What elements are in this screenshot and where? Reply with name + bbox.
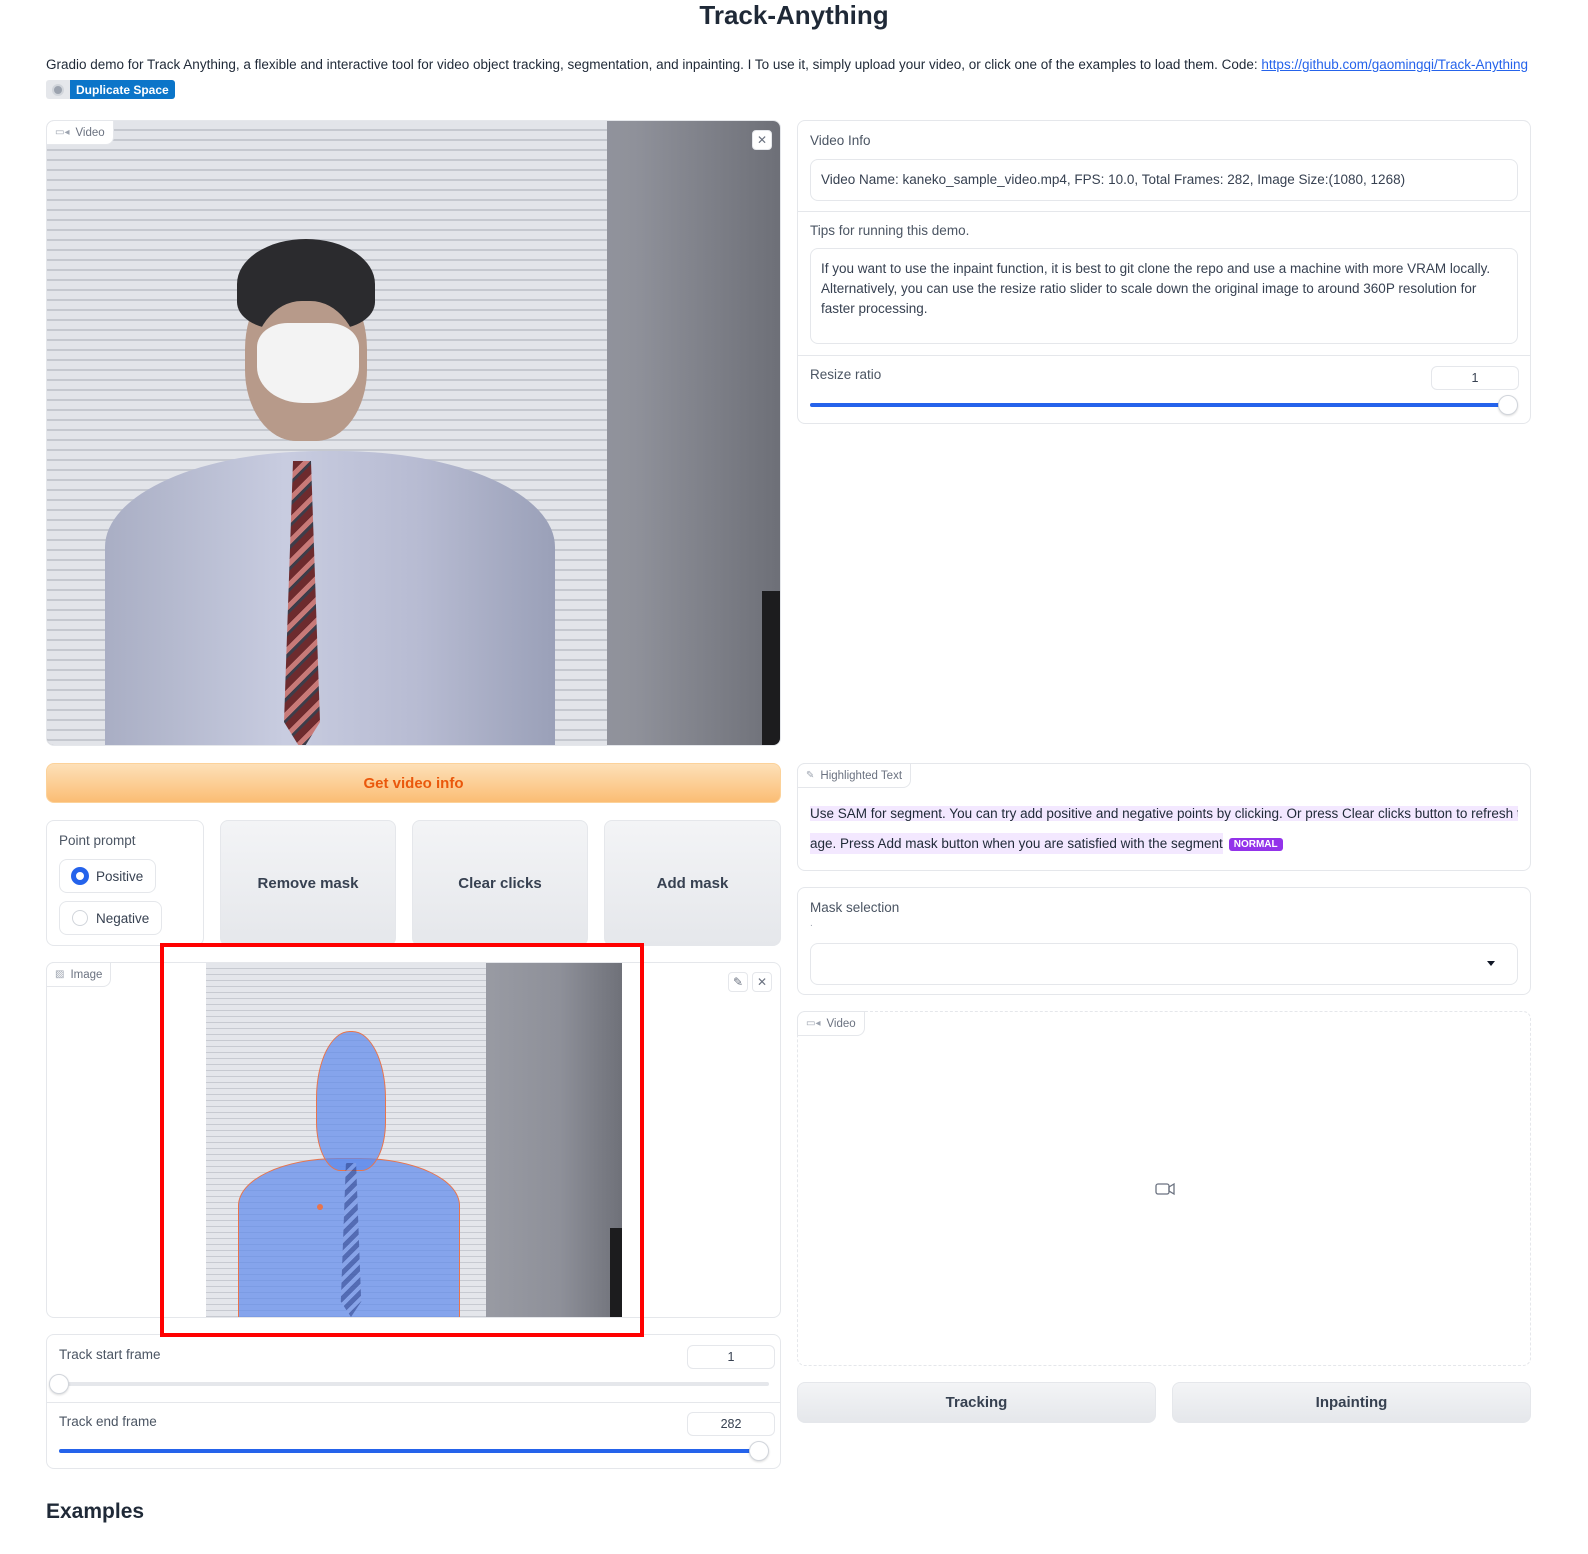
point-prompt-panel: Point prompt Positive Negative — [46, 820, 204, 946]
person-face-mask — [257, 323, 359, 403]
video-input-badge-label: Video — [75, 126, 105, 139]
track-start-thumb[interactable] — [49, 1374, 69, 1394]
tips-textbox[interactable]: If you want to use the inpaint function,… — [810, 248, 1518, 344]
duplicate-icon — [46, 80, 70, 99]
duplicate-space-label: Duplicate Space — [70, 80, 175, 99]
video-camera-icon: ▭◂ — [806, 1018, 821, 1029]
video-output-panel[interactable]: ▭◂ Video — [797, 1011, 1531, 1366]
highlighted-line-1: Use SAM for segment. You can try add pos… — [810, 806, 1518, 821]
radio-positive-label: Positive — [96, 868, 144, 884]
video-input-badge: ▭◂ Video — [47, 121, 114, 145]
tracking-button[interactable]: Tracking — [797, 1382, 1156, 1423]
video-placeholder-icon — [1155, 1182, 1175, 1196]
image-badge: ▨ Image — [46, 962, 112, 987]
track-start-input[interactable]: 1 — [687, 1345, 775, 1369]
image-badge-label: Image — [70, 968, 103, 981]
person-shirt — [105, 451, 555, 745]
resize-ratio-label: Resize ratio — [810, 367, 882, 382]
info-panel: Video Info Video Name: kaneko_sample_vid… — [797, 120, 1531, 424]
highlight-icon: ✎ — [806, 770, 815, 781]
resize-ratio-fill — [810, 403, 1508, 407]
resize-ratio-input[interactable]: 1 — [1431, 366, 1519, 390]
duplicate-space-button[interactable]: Duplicate Space — [46, 80, 175, 99]
mask-selection-panel: Mask selection . — [797, 887, 1531, 995]
tips-label: Tips for running this demo. — [810, 223, 970, 238]
image-edit-button[interactable]: ✎ — [728, 972, 748, 992]
mask-selection-hint: . — [810, 918, 813, 929]
image-clear-button[interactable]: ✕ — [752, 972, 772, 992]
resize-ratio-thumb[interactable] — [1498, 395, 1518, 415]
radio-negative[interactable]: Negative — [59, 901, 163, 935]
highlighted-text-badge-label: Highlighted Text — [820, 769, 903, 782]
mask-selection-label: Mask selection — [810, 900, 900, 915]
track-frame-panel: Track start frame 1 Track end frame 282 — [46, 1334, 781, 1469]
video-output-badge: ▭◂ Video — [797, 1011, 865, 1036]
track-end-label: Track end frame — [59, 1414, 157, 1429]
track-end-thumb[interactable] — [749, 1441, 769, 1461]
mask-selection-dropdown[interactable] — [810, 943, 1518, 985]
video-camera-icon: ▭◂ — [55, 127, 70, 138]
video-clear-button[interactable]: ✕ — [752, 130, 772, 150]
resize-ratio-slider[interactable] — [810, 403, 1508, 407]
page-title: Track-Anything — [699, 0, 889, 30]
radio-positive-dot — [72, 868, 88, 884]
video-frame[interactable] — [47, 121, 780, 745]
highlighted-text-badge: ✎ Highlighted Text — [797, 763, 912, 788]
highlighted-text-panel: ✎ Highlighted Text Use SAM for segment. Y… — [797, 763, 1531, 871]
track-start-label: Track start frame — [59, 1347, 161, 1362]
track-start-slider[interactable] — [59, 1382, 769, 1386]
highlighted-line-2: age. Press Add mask button when you are … — [810, 833, 1283, 854]
annotation-highlight-box — [160, 943, 644, 1337]
examples-heading: Examples — [46, 1500, 145, 1523]
video-info-label: Video Info — [810, 133, 871, 148]
track-end-input[interactable]: 282 — [687, 1412, 775, 1436]
get-video-info-button[interactable]: Get video info — [46, 763, 781, 803]
clear-clicks-button[interactable]: Clear clicks — [412, 820, 588, 946]
code-link[interactable]: https://github.com/gaomingqi/Track-Anyth… — [1261, 57, 1528, 72]
radio-negative-dot — [72, 910, 88, 926]
track-end-slider[interactable] — [59, 1449, 759, 1453]
highlighted-line-2-text: age. Press Add mask button when you are … — [810, 833, 1223, 854]
highlighted-line-1-text: Use SAM for segment. You can try add pos… — [810, 806, 1518, 821]
radio-negative-label: Negative — [96, 910, 150, 926]
video-info-textbox[interactable]: Video Name: kaneko_sample_video.mp4, FPS… — [810, 159, 1518, 201]
video-input-panel[interactable]: ▭◂ Video ✕ — [46, 120, 781, 746]
description-text: Gradio demo for Track Anything, a flexib… — [46, 57, 1262, 72]
add-mask-button[interactable]: Add mask — [604, 820, 781, 946]
point-prompt-label: Point prompt — [59, 833, 136, 848]
image-icon: ▨ — [55, 969, 65, 980]
remove-mask-button[interactable]: Remove mask — [220, 820, 396, 946]
chevron-down-icon — [1487, 961, 1495, 966]
radio-positive[interactable]: Positive — [59, 859, 157, 893]
track-end-fill — [59, 1449, 759, 1453]
normal-tag: NORMAL — [1228, 837, 1283, 851]
page-description: Gradio demo for Track Anything, a flexib… — [46, 57, 1546, 72]
video-output-badge-label: Video — [826, 1017, 856, 1030]
inpainting-button[interactable]: Inpainting — [1172, 1382, 1531, 1423]
